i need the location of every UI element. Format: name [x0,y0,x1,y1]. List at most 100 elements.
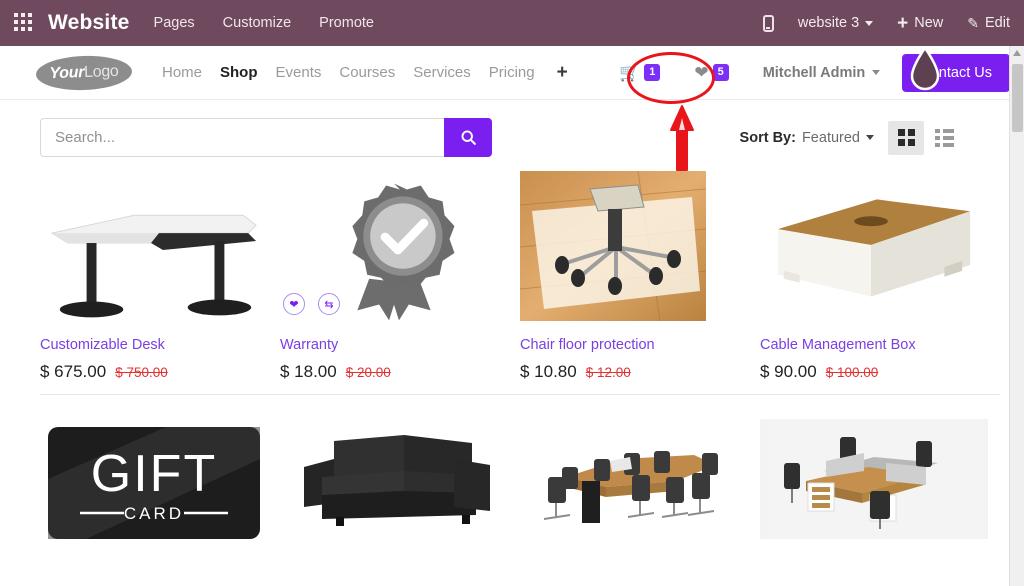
cart-count-badge: 1 [644,64,661,81]
gift-card-text: GIFT [91,445,217,503]
toolbar-right: Sort By: Featured [740,120,1000,155]
product-image-sofa [280,419,508,539]
website-selector[interactable]: website 3 [797,15,874,31]
grid-view-icon [897,129,915,146]
product-image-cable-box [760,171,988,321]
product-old-price: $ 12.00 [585,365,631,380]
cart-button[interactable]: 🛒 1 [619,62,661,83]
product-name[interactable]: Customizable Desk [40,337,268,353]
header-right-actions: 🛒 1 ❤ 5 Mitchell Admin Contact Us [619,53,1010,92]
user-menu-label: Mitchell Admin [762,64,866,81]
nav-item-pricing[interactable]: Pricing [489,64,535,81]
nav-item-courses[interactable]: Courses [339,64,395,81]
grid-view-button[interactable] [888,120,924,155]
heart-icon: ❤ [694,62,709,82]
product-card[interactable]: Customizable Desk $ 675.00 $ 750.00 [40,165,280,395]
new-button[interactable]: + New [897,14,943,33]
workstation-illustration [766,419,982,539]
site-logo[interactable]: YourLogo [35,53,133,92]
product-image-workstation [760,419,988,539]
product-old-price: $ 100.00 [825,365,879,380]
shopping-cart-icon: 🛒 [619,62,641,82]
apps-grid-icon[interactable] [14,13,34,33]
menu-item-pages[interactable]: Pages [154,15,195,31]
product-price-row: $ 675.00 $ 750.00 [40,362,268,382]
product-card[interactable] [280,413,520,539]
list-view-icon [934,128,954,147]
product-image-desk [40,171,268,321]
product-card[interactable] [760,413,1000,539]
product-hover-actions: ❤ ⇆ [283,293,340,315]
product-name[interactable]: Cable Management Box [760,337,988,353]
product-image-conference-table [520,419,748,539]
compare-icon[interactable]: ⇆ [318,293,340,315]
product-image-warranty: ❤ ⇆ [280,171,508,321]
menu-item-promote[interactable]: Promote [319,15,374,31]
search-submit-button[interactable] [444,118,492,157]
product-price: $ 90.00 [760,362,817,381]
add-to-wishlist-icon[interactable]: ❤ [283,293,305,315]
edit-button-label: Edit [985,15,1010,31]
list-view-button[interactable] [926,121,962,155]
magnifier-icon [461,130,476,145]
wishlist-button[interactable]: ❤ 5 [694,62,729,83]
product-price: $ 675.00 [40,362,107,381]
product-price: $ 18.00 [280,362,337,381]
sofa-illustration [304,435,490,526]
product-grid-row-2: GIFT CARD [0,413,1024,539]
vertical-scrollbar[interactable] [1009,46,1024,586]
product-name[interactable]: Chair floor protection [520,337,748,353]
product-card[interactable]: Cable Management Box $ 90.00 $ 100.00 [760,165,1000,395]
chevron-down-icon [866,135,874,140]
product-image-gift-card: GIFT CARD [40,419,268,539]
website-selector-label: website 3 [797,15,860,31]
product-price-row: $ 90.00 $ 100.00 [760,362,988,382]
view-toggle-group [888,120,962,155]
logo-text-light: Logo [83,62,119,81]
nav-item-home[interactable]: Home [162,64,202,81]
system-bar-right: website 3 + New ✎ Edit [762,14,1024,33]
gift-card-illustration: GIFT CARD [48,427,260,539]
logo-text-bold: Your [49,63,85,82]
nav-item-events[interactable]: Events [276,64,322,81]
mobile-preview-button[interactable] [762,14,774,32]
wishlist-count-badge: 5 [712,64,729,81]
product-price: $ 10.80 [520,362,577,381]
chevron-down-icon [872,70,881,75]
sort-by-dropdown[interactable]: Sort By: Featured [740,130,874,146]
nav-item-shop[interactable]: Shop [220,64,258,81]
product-card[interactable]: GIFT CARD [40,413,280,539]
pencil-icon: ✎ [967,14,979,31]
mobile-icon [762,14,774,32]
shop-toolbar: Sort By: Featured [0,100,1024,165]
chevron-down-icon [865,20,874,26]
search-bar [40,118,492,157]
menu-item-customize[interactable]: Customize [223,15,292,31]
gift-card-subtext: CARD [124,504,184,523]
user-menu[interactable]: Mitchell Admin [763,65,881,81]
product-name[interactable]: Warranty [280,337,508,353]
product-price-row: $ 10.80 $ 12.00 [520,362,748,382]
website-header: YourLogo Home Shop Events Courses Servic… [0,46,1024,100]
product-old-price: $ 20.00 [345,365,391,380]
site-navigation: Home Shop Events Courses Services Pricin… [162,62,568,84]
product-grid-row-1: Customizable Desk $ 675.00 $ 750.00 ❤ ⇆ … [0,165,1024,395]
scroll-up-arrow-icon[interactable] [1013,50,1021,56]
product-price-row: $ 18.00 $ 20.00 [280,362,508,382]
product-card[interactable]: Chair floor protection $ 10.80 $ 12.00 [520,165,760,395]
nav-item-services[interactable]: Services [413,64,471,81]
system-menu: Pages Customize Promote [154,15,374,31]
new-button-label: New [914,15,944,31]
search-input[interactable] [40,118,444,157]
conference-table-illustration [543,451,718,523]
add-nav-item-icon[interactable]: + [557,62,568,84]
app-title: Website [48,11,130,34]
product-old-price: $ 750.00 [115,365,168,380]
product-card[interactable]: ❤ ⇆ Warranty $ 18.00 $ 20.00 [280,165,520,395]
plus-icon: + [897,12,909,34]
edit-button[interactable]: ✎ Edit [967,15,1010,32]
product-card[interactable] [520,413,760,539]
scrollbar-thumb[interactable] [1012,64,1023,132]
contact-us-button[interactable]: Contact Us [902,53,1010,92]
chair-floormat-illustration [520,171,706,321]
